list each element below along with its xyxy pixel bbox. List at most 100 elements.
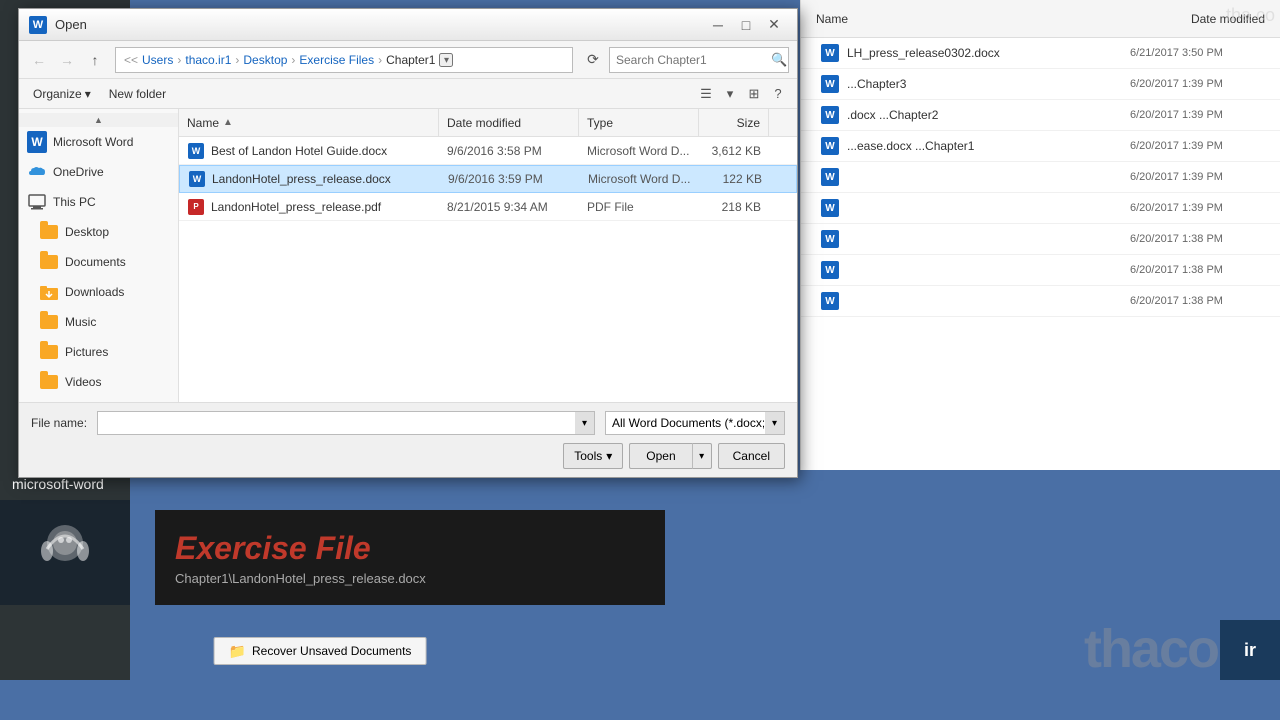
sidebar-label-pictures: Pictures bbox=[65, 345, 108, 359]
view-details-button[interactable]: ☰ bbox=[695, 83, 717, 105]
file-size-text: 218 KB bbox=[722, 200, 761, 214]
open-button[interactable]: Open bbox=[629, 443, 691, 469]
cancel-label: Cancel bbox=[733, 449, 770, 463]
file-size-cell: 122 KB bbox=[700, 166, 770, 192]
dialog-title-icon: W bbox=[29, 16, 47, 34]
sidebar-item-videos[interactable]: Videos bbox=[19, 367, 178, 397]
tools-button[interactable]: Tools ▾ bbox=[563, 443, 623, 469]
sidebar-label-desktop: Desktop bbox=[65, 225, 109, 239]
breadcrumb-bar: << Users › thaco.ir1 › Desktop › Exercis… bbox=[115, 47, 573, 73]
search-button[interactable]: 🔍 bbox=[771, 50, 787, 70]
word-icon: W bbox=[821, 199, 839, 217]
recover-btn[interactable]: 📁 Recover Unsaved Documents bbox=[214, 637, 427, 665]
filelist-header: Name ▲ Date modified Type Size bbox=[179, 109, 797, 137]
search-input[interactable] bbox=[616, 53, 771, 67]
view-dropdown-button[interactable]: ▾ bbox=[719, 83, 741, 105]
forward-button[interactable]: → bbox=[55, 48, 79, 72]
file-row[interactable]: P LandonHotel_press_release.pdf 8/21/201… bbox=[179, 193, 797, 221]
item-date: 6/20/2017 1:38 PM bbox=[1130, 264, 1260, 276]
col-header-size[interactable]: Size bbox=[699, 109, 769, 136]
avatar-area bbox=[0, 500, 130, 605]
up-button[interactable]: ↑ bbox=[83, 48, 107, 72]
file-type-text: Microsoft Word D... bbox=[587, 144, 689, 158]
thaco-text: thaco bbox=[1084, 618, 1218, 680]
sidebar-item-downloads[interactable]: Downloads bbox=[19, 277, 178, 307]
desktop-folder-icon bbox=[39, 222, 59, 242]
breadcrumb-desktop[interactable]: Desktop bbox=[243, 53, 287, 67]
breadcrumb-users[interactable]: Users bbox=[142, 53, 173, 67]
breadcrumb-thaco[interactable]: thaco.ir1 bbox=[185, 53, 231, 67]
sidebar-scroll-up[interactable]: ▲ bbox=[19, 113, 178, 127]
maximize-button[interactable]: □ bbox=[733, 14, 759, 36]
refresh-button[interactable]: ⟳ bbox=[581, 48, 605, 72]
open-dropdown-button[interactable]: ▾ bbox=[692, 443, 712, 469]
bg-list-item[interactable]: W 6/20/2017 1:39 PM bbox=[801, 193, 1280, 224]
exercise-banner: Exercise File Chapter1\LandonHotel_press… bbox=[155, 510, 665, 605]
back-button[interactable]: ← bbox=[27, 48, 51, 72]
file-date-cell: 8/21/2015 9:34 AM bbox=[439, 193, 579, 220]
navigation-toolbar: ← → ↑ << Users › thaco.ir1 › Desktop › E… bbox=[19, 41, 797, 79]
file-date-text: 9/6/2016 3:59 PM bbox=[448, 172, 543, 186]
word-file-icon: W bbox=[187, 142, 205, 160]
filename-dropdown-button[interactable]: ▾ bbox=[575, 411, 595, 435]
open-label: Open bbox=[646, 449, 675, 463]
filename-input[interactable] bbox=[97, 411, 595, 435]
cloud-svg bbox=[27, 165, 47, 179]
close-button[interactable]: ✕ bbox=[761, 14, 787, 36]
bg-list-item[interactable]: W LH_press_release0302.docx 6/21/2017 3:… bbox=[801, 38, 1280, 69]
filetype-select[interactable]: All Word Documents (*.docx;*.d bbox=[605, 411, 785, 435]
view-buttons: ☰ ▾ ⊞ ? bbox=[695, 83, 789, 105]
organize-button[interactable]: Organize ▾ bbox=[27, 83, 97, 105]
col-header-type[interactable]: Type bbox=[579, 109, 699, 136]
file-row[interactable]: W Best of Landon Hotel Guide.docx 9/6/20… bbox=[179, 137, 797, 165]
file-size-cell: 218 KB bbox=[699, 193, 769, 220]
bg-list-item[interactable]: W ...ease.docx ...Chapter1 6/20/2017 1:3… bbox=[801, 131, 1280, 162]
cancel-button[interactable]: Cancel bbox=[718, 443, 785, 469]
file-name-cell: W LandonHotel_press_release.docx bbox=[180, 166, 440, 192]
word-icon-shape: W bbox=[188, 143, 204, 159]
options-label: microsoft-word bbox=[12, 476, 104, 492]
sidebar-item-onedrive[interactable]: OneDrive bbox=[19, 157, 178, 187]
minimize-button[interactable]: ─ bbox=[705, 14, 731, 36]
ms-word-sidebar-icon: W bbox=[27, 132, 47, 152]
item-name: LH_press_release0302.docx bbox=[847, 46, 1130, 60]
dialog-bottom: File name: ▾ All Word Documents (*.docx;… bbox=[19, 402, 797, 477]
bg-list-item[interactable]: W 6/20/2017 1:38 PM bbox=[801, 255, 1280, 286]
sidebar-item-documents[interactable]: Documents bbox=[19, 247, 178, 277]
folder-shape bbox=[40, 375, 58, 389]
new-folder-button[interactable]: New folder bbox=[101, 83, 174, 105]
sidebar-label-onedrive: OneDrive bbox=[53, 165, 104, 179]
secondary-toolbar: Organize ▾ New folder ☰ ▾ ⊞ ? bbox=[19, 79, 797, 109]
computer-svg bbox=[28, 194, 46, 210]
sidebar-item-microsoft-word[interactable]: W Microsoft Word bbox=[19, 127, 178, 157]
view-split-button[interactable]: ⊞ bbox=[743, 83, 765, 105]
item-name: .docx ...Chapter2 bbox=[847, 108, 1130, 122]
sidebar-item-local-disk[interactable]: Local Disk (C:) bbox=[19, 397, 178, 402]
word-icon: W bbox=[821, 292, 839, 310]
organize-label: Organize bbox=[33, 87, 82, 101]
col-header-name[interactable]: Name ▲ bbox=[179, 109, 439, 136]
bg-list-item[interactable]: W 6/20/2017 1:39 PM bbox=[801, 162, 1280, 193]
dialog-titlebar: W Open ─ □ ✕ bbox=[19, 9, 797, 41]
col-header-date[interactable]: Date modified bbox=[439, 109, 579, 136]
sidebar-item-pictures[interactable]: Pictures bbox=[19, 337, 178, 367]
breadcrumb-back-arrows: << bbox=[124, 53, 138, 67]
bg-list-item[interactable]: W ...Chapter3 6/20/2017 1:39 PM bbox=[801, 69, 1280, 100]
breadcrumb-exercise[interactable]: Exercise Files bbox=[299, 53, 374, 67]
file-size-cell: 3,612 KB bbox=[699, 137, 769, 164]
bg-list-item[interactable]: W 6/20/2017 1:38 PM bbox=[801, 286, 1280, 317]
file-type-cell: Microsoft Word D... bbox=[580, 166, 700, 192]
help-button[interactable]: ? bbox=[767, 83, 789, 105]
sidebar-item-desktop[interactable]: Desktop bbox=[19, 217, 178, 247]
sidebar-item-music[interactable]: Music bbox=[19, 307, 178, 337]
bg-list-item[interactable]: W .docx ...Chapter2 6/20/2017 1:39 PM bbox=[801, 100, 1280, 131]
word-letter: W bbox=[33, 19, 43, 31]
item-name: ...Chapter3 bbox=[847, 77, 1130, 91]
videos-folder-icon bbox=[39, 372, 59, 392]
breadcrumb-dropdown-button[interactable]: ▾ bbox=[439, 53, 453, 67]
sidebar-item-this-pc[interactable]: This PC bbox=[19, 187, 178, 217]
file-row[interactable]: W LandonHotel_press_release.docx 9/6/201… bbox=[179, 165, 797, 193]
bg-list-item[interactable]: W 6/20/2017 1:38 PM bbox=[801, 224, 1280, 255]
word-file-icon: W bbox=[188, 170, 206, 188]
file-type-cell: PDF File bbox=[579, 193, 699, 220]
